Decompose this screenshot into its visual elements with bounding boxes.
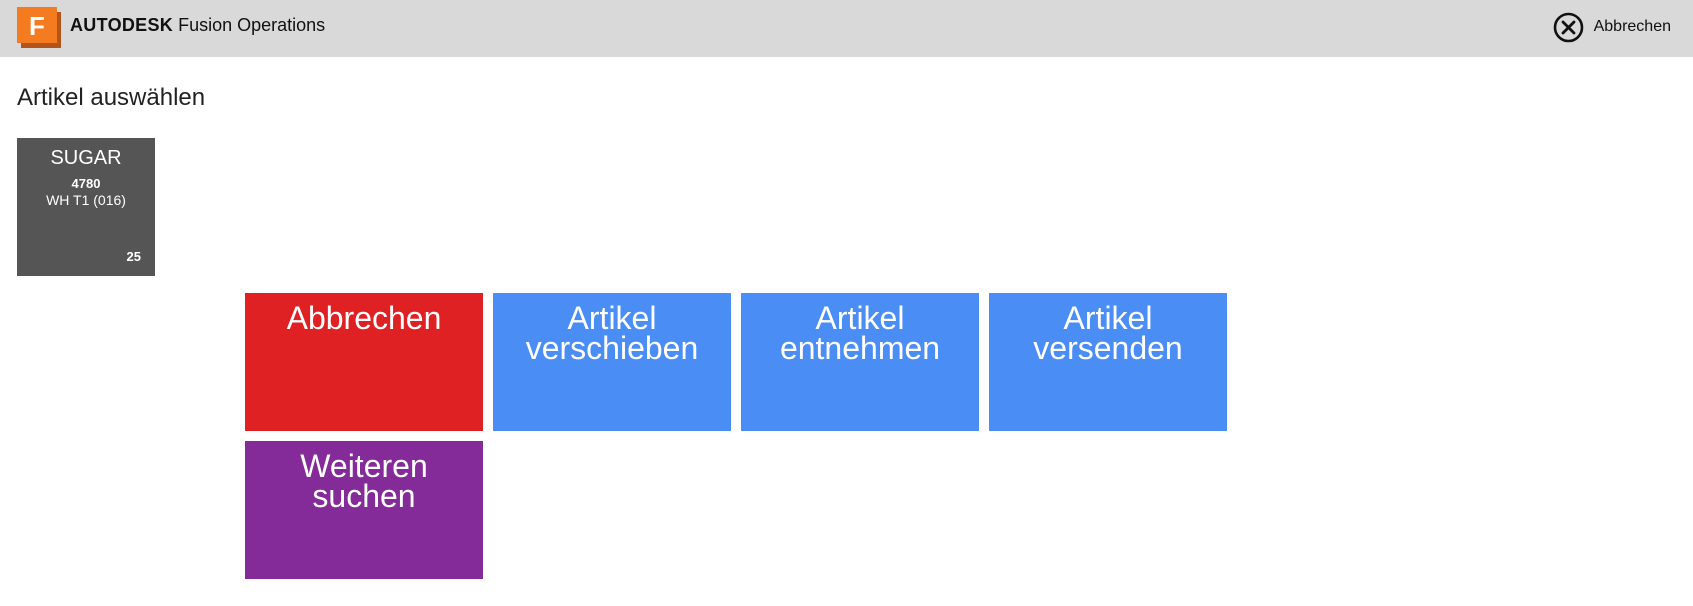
item-quantity: 25	[126, 249, 141, 264]
take-item-button[interactable]: Artikel entnehmen	[741, 293, 979, 431]
item-tile[interactable]: SUGAR 4780 WH T1 (016) 25	[17, 138, 155, 276]
action-label: suchen	[312, 478, 416, 514]
fusion-logo-icon: F	[17, 7, 61, 48]
logo-letter: F	[29, 11, 45, 41]
action-label: Artikel	[567, 300, 657, 336]
cancel-action-button[interactable]: Abbrechen	[245, 293, 483, 431]
action-label: Weiteren	[300, 448, 428, 484]
ship-item-button[interactable]: Artikel versenden	[989, 293, 1227, 431]
cancel-header-button[interactable]: Abbrechen	[1553, 10, 1671, 44]
action-label: verschieben	[525, 330, 699, 366]
move-item-button[interactable]: Artikel verschieben	[493, 293, 731, 431]
action-label: versenden	[1033, 330, 1183, 366]
close-circle-icon	[1553, 12, 1583, 42]
brand-title: AUTODESK Fusion Operations	[70, 13, 325, 37]
page-title: Artikel auswählen	[17, 84, 206, 111]
cancel-header-label: Abbrechen	[1593, 18, 1671, 35]
top-bar: F AUTODESK Fusion Operations Abbrechen	[0, 0, 1693, 57]
brand-product: Fusion Operations	[178, 15, 326, 35]
item-location: WH T1 (016)	[46, 192, 126, 208]
action-label: Artikel	[1063, 300, 1153, 336]
item-name: SUGAR	[50, 147, 122, 169]
action-label: Artikel	[815, 300, 905, 336]
action-label: entnehmen	[779, 330, 941, 366]
action-label: Abbrechen	[286, 300, 442, 336]
brand-company: AUTODESK	[70, 15, 174, 35]
search-more-button[interactable]: Weiteren suchen	[245, 441, 483, 579]
item-number: 4780	[71, 176, 101, 191]
